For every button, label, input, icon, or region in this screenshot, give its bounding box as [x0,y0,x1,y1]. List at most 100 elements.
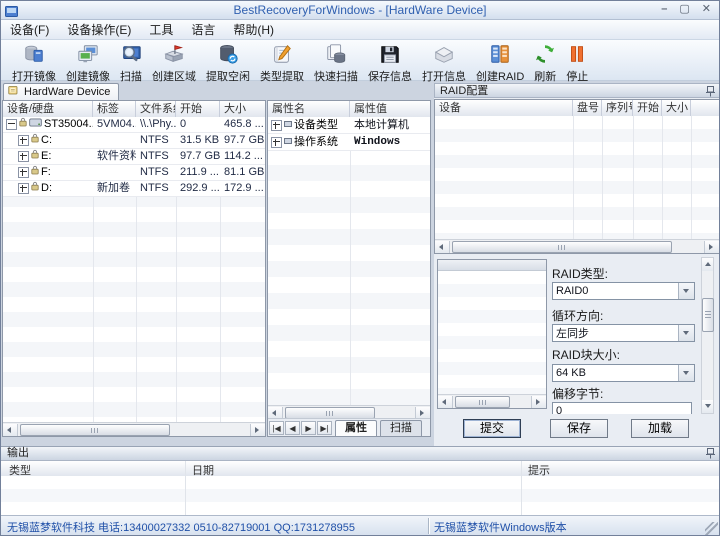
column-header[interactable]: 序列号 [602,100,633,116]
column-header[interactable]: 大小 [662,100,691,116]
scroll-down-icon[interactable] [702,400,713,413]
menu-bar: 设备(F) 设备操作(E) 工具 语言 帮助(H) [1,20,719,40]
expand-icon[interactable] [18,183,29,194]
column-header[interactable]: 属性名 [268,101,350,117]
menu-tools[interactable]: 工具 [140,21,182,38]
grid-line [662,116,663,240]
scroll-left-icon[interactable] [3,423,18,436]
toolbar-button-create-region[interactable]: 创建区域 [147,42,201,85]
column-header[interactable]: 文件系统 [136,101,176,117]
scroll-up-icon[interactable] [702,258,713,271]
scroll-left-icon[interactable] [435,240,450,253]
toolbar-button-open-image[interactable]: 打开镜像 [7,42,61,85]
property-hscrollbar[interactable] [268,405,430,419]
resize-grip[interactable] [705,522,718,535]
raid-lower-section: RAID类型: RAID0 循环方向: 左同步 RAID块大小: 64 KB 偏… [434,257,719,414]
table-row[interactable]: F: NTFS 211.9 ... 81.1 GB [3,165,265,181]
chevron-down-icon[interactable] [678,365,694,381]
table-row[interactable]: C: NTFS 31.5 KB 97.7 GB [3,133,265,149]
chevron-down-icon[interactable] [678,325,694,341]
raid-type-select[interactable]: RAID0 [552,282,695,300]
raid-list-hscrollbar[interactable] [438,394,546,408]
column-header[interactable]: 属性值 [350,101,430,117]
table-row[interactable]: E: 软件资料 NTFS 97.7 GB 114.2 ... [3,149,265,165]
property-panel: 属性名 属性值 设备类型 本地计算机 操作系统 Windows |◀ ◀ ▶ ▶… [267,100,431,437]
expand-icon[interactable] [18,167,29,178]
toolbar-button-scan[interactable]: 扫描 [115,42,147,85]
output-panel-title: 输出 [7,447,29,459]
tab-scan[interactable]: 扫描 [380,420,422,436]
toolbar-button-extract-free[interactable]: 提取空闲 [201,42,255,85]
raid-table-body [435,116,719,240]
raid-panel-titlebar: RAID配置 [434,83,719,98]
submit-button[interactable]: 提交 [463,419,521,438]
chevron-down-icon[interactable] [678,283,694,299]
toolbar-button-save-info[interactable]: 保存信息 [363,42,417,85]
raid-block-size-select[interactable]: 64 KB [552,364,695,382]
disk-icon [29,117,42,132]
load-button[interactable]: 加载 [631,419,689,438]
scroll-right-icon[interactable] [250,423,265,436]
type-extract-icon [271,43,293,68]
column-header[interactable]: 设备/硬盘 [3,101,93,117]
toolbar-button-create-raid[interactable]: 创建RAID [471,42,529,85]
column-header[interactable]: 开始 [176,101,220,117]
menu-device[interactable]: 设备(F) [1,21,58,38]
offset-input[interactable]: 0 [552,402,692,414]
scroll-thumb[interactable] [702,298,714,332]
scroll-thumb[interactable] [20,423,170,436]
property-header: 属性名 属性值 [268,101,430,118]
save-button[interactable]: 保存 [550,419,608,438]
tab-hardware-device[interactable]: HardWare Device [3,83,120,100]
toolbar-button-type-extract[interactable]: 类型提取 [255,42,309,85]
column-header[interactable]: 大小 [220,101,265,117]
app-window: BestRecoveryForWindows - [HardWare Devic… [0,0,720,536]
menu-language[interactable]: 语言 [182,21,224,38]
scroll-left-icon[interactable] [438,395,453,408]
toolbar-button-stop[interactable]: 停止 [561,42,593,85]
tab-nav-first-icon[interactable]: |◀ [269,421,284,435]
property-row[interactable]: 设备类型 本地计算机 [268,117,430,134]
menu-device-ops[interactable]: 设备操作(E) [58,21,140,38]
column-header[interactable]: 标签 [93,101,136,117]
raid-table-hscrollbar[interactable] [435,239,719,253]
raid-type-label: RAID类型: [552,267,609,281]
tab-nav-last-icon[interactable]: ▶| [317,421,332,435]
property-row[interactable]: 操作系统 Windows [268,134,430,151]
toolbar-button-open-info[interactable]: 打开信息 [417,42,471,85]
column-header[interactable]: 设备 [435,100,573,116]
rotation-direction-select[interactable]: 左同步 [552,324,695,342]
tab-nav-prev-icon[interactable]: ◀ [285,421,300,435]
maximize-button[interactable]: ▢ [679,3,689,16]
expand-icon[interactable] [271,119,282,131]
table-row[interactable]: D: 新加卷 NTFS 292.9 ... 172.9 ... [3,181,265,197]
menu-help[interactable]: 帮助(H) [224,21,283,38]
scroll-right-icon[interactable] [704,240,719,253]
toolbar-button-refresh[interactable]: 刷新 [529,42,561,85]
tab-nav-next-icon[interactable]: ▶ [301,421,316,435]
scroll-thumb[interactable] [452,240,672,253]
close-button[interactable]: ✕ [702,3,711,16]
raid-member-list[interactable] [437,259,547,409]
expand-icon[interactable] [18,135,29,146]
scroll-right-icon[interactable] [531,395,546,408]
table-row[interactable]: ST35004... 5VM04... \\.\Phy... 0 465.8 .… [3,117,265,133]
scroll-thumb[interactable] [455,395,510,408]
title-bar: BestRecoveryForWindows - [HardWare Devic… [1,1,719,20]
tab-properties[interactable]: 属性 [335,420,377,436]
toolbar-button-quick-scan[interactable]: 快速扫描 [309,42,363,85]
scroll-left-icon[interactable] [268,406,283,419]
lock-icon [31,181,39,196]
scroll-right-icon[interactable] [415,406,430,419]
scroll-thumb[interactable] [285,406,375,419]
raid-form-vscrollbar[interactable] [701,257,714,414]
device-table-hscrollbar[interactable] [3,422,265,436]
column-header[interactable]: 盘号 [573,100,602,116]
collapse-icon[interactable] [6,119,17,130]
minimize-button[interactable]: – [661,3,667,16]
expand-icon[interactable] [271,136,282,148]
output-panel-titlebar: 输出 [1,447,719,461]
expand-icon[interactable] [18,151,29,162]
column-header[interactable]: 开始 [633,100,662,116]
toolbar-button-create-image[interactable]: 创建镜像 [61,42,115,85]
